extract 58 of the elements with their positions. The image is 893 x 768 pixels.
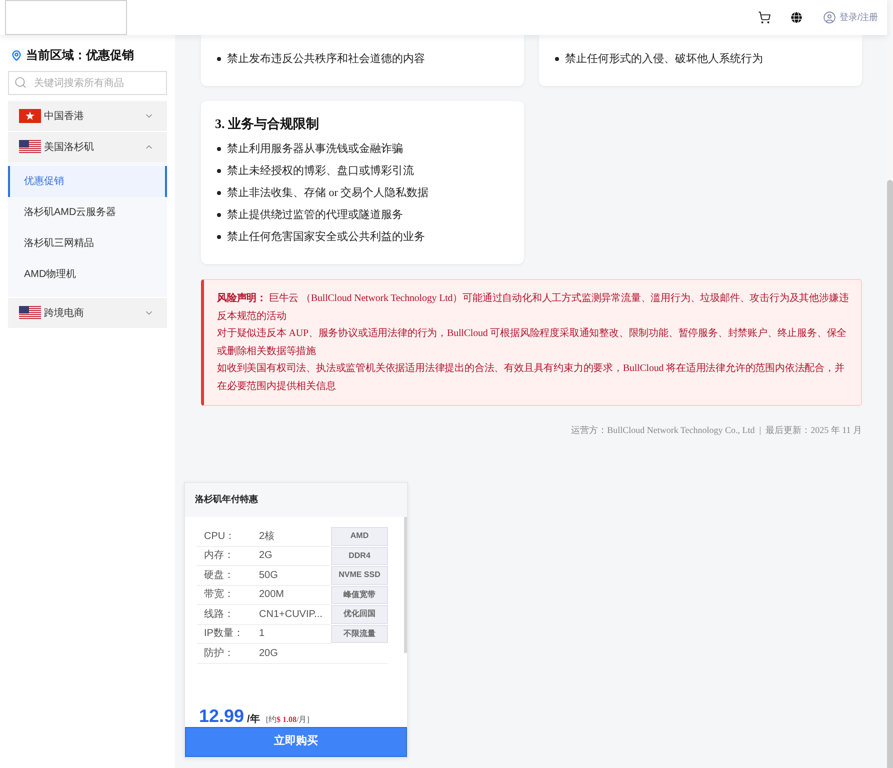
bullet-icon — [217, 169, 221, 173]
bullet-icon — [555, 57, 559, 61]
submenu-item[interactable]: 洛杉矶三网精品 — [8, 228, 167, 259]
spec-label: 带宽： — [197, 586, 259, 605]
spec-tag: DDR4 — [331, 546, 388, 565]
bullet-icon — [217, 147, 221, 151]
region-header[interactable]: 中国香港 — [8, 101, 167, 131]
rule-text: 禁止提供绕过监管的代理或隧道服务 — [227, 208, 403, 223]
scrollbar-thumb[interactable] — [887, 180, 893, 768]
risk-notice-text: 风险声明： 巨牛云 （BullCloud Network Technology Ltd）可能通过自动化和人工方式监测异常流量、滥用行为、垃圾邮件、攻击行为及其他涉嫌违反本规范的活动 — [217, 292, 850, 324]
rule-text: 禁止任何形式的入侵、破坏他人系统行为 — [565, 52, 763, 67]
login-link[interactable]: 登录/注册 — [823, 10, 878, 24]
bullet-icon — [217, 235, 221, 239]
spec-label: 防护： — [197, 644, 259, 664]
bullet-icon — [217, 213, 221, 217]
bullet-icon — [217, 191, 221, 195]
submenu-item[interactable]: 优惠促销 — [8, 166, 167, 197]
risk-notice-text: 如收到美国有权司法、执法或监管机关依据适用法律提出的合法、有效且具有约束力的要求，BullCloud 将在适用法律允许的范围内依法配合，并在必要范围内提供相关信息 — [217, 362, 846, 394]
flag-icon — [19, 109, 41, 123]
location-pin-icon — [11, 50, 22, 60]
rule-text: 禁止发布违反公共秩序和社会道德的内容 — [227, 52, 425, 67]
spec-label: CPU： — [197, 527, 259, 546]
monthly-price-note: [约$ 1.08/月] — [266, 714, 310, 726]
spec-tag: AMD — [331, 527, 388, 546]
search-field[interactable]: 关键词搜索所有商品 — [8, 71, 167, 95]
region-header[interactable]: 美国洛杉矶 — [8, 132, 167, 162]
spec-tag: 优化回国 — [331, 605, 388, 624]
card-title: 3. 业务与合规限制 — [215, 115, 320, 133]
bullet-icon — [217, 57, 221, 61]
cart-icon[interactable] — [758, 11, 772, 24]
rule-text: 禁止任何危害国家安全或公共利益的业务 — [227, 230, 425, 245]
spec-label: 内存： — [197, 546, 259, 566]
spec-tag: 峰值宽带 — [331, 586, 388, 604]
region-label: 当前区域：优惠促销 — [26, 47, 134, 64]
spec-label: IP数量： — [197, 624, 259, 644]
spec-label: 硬盘： — [197, 566, 259, 586]
rule-text: 禁止利用服务器从事洗钱或金融诈骗 — [227, 142, 403, 157]
submenu-item[interactable]: 洛杉矶AMD云服务器 — [8, 197, 167, 228]
logo-placeholder[interactable] — [5, 0, 127, 35]
submenu-item[interactable]: AMD物理机 — [8, 259, 167, 290]
product-title: 洛杉矶年付特惠 — [195, 493, 258, 506]
search-icon — [14, 76, 27, 89]
footer-text: 运营方：BullCloud Network Technology Co., Ltd | 最后更新：2025 年 11 月 — [571, 424, 862, 436]
region-header[interactable]: 跨境电商 — [8, 298, 167, 328]
rule-text: 禁止未经授权的博彩、盘口或博彩引流 — [227, 164, 414, 179]
price-unit: /年 — [247, 712, 260, 726]
user-icon — [823, 11, 836, 24]
spec-tag: NVME SSD — [331, 566, 388, 584]
price-amount: 12.99 — [199, 704, 244, 728]
rule-text: 禁止非法收集、存储 or 交易个人隐私数据 — [227, 186, 429, 201]
flag-icon — [19, 306, 41, 320]
flag-icon — [19, 140, 41, 154]
spec-tag: 不限流量 — [331, 624, 388, 643]
spec-value: 20G — [259, 644, 331, 664]
risk-notice-text: 对于疑似违反本 AUP、服务协议或适用法律的行为，BullCloud 可根据风险程度采取通知整改、限制功能、暂停服务、封禁账户、终止服务、保全或删除相关数据等措施 — [217, 326, 848, 358]
buy-button[interactable]: 立即购买 — [185, 726, 407, 756]
spec-label: 线路： — [197, 605, 259, 624]
globe-icon[interactable] — [791, 12, 802, 23]
